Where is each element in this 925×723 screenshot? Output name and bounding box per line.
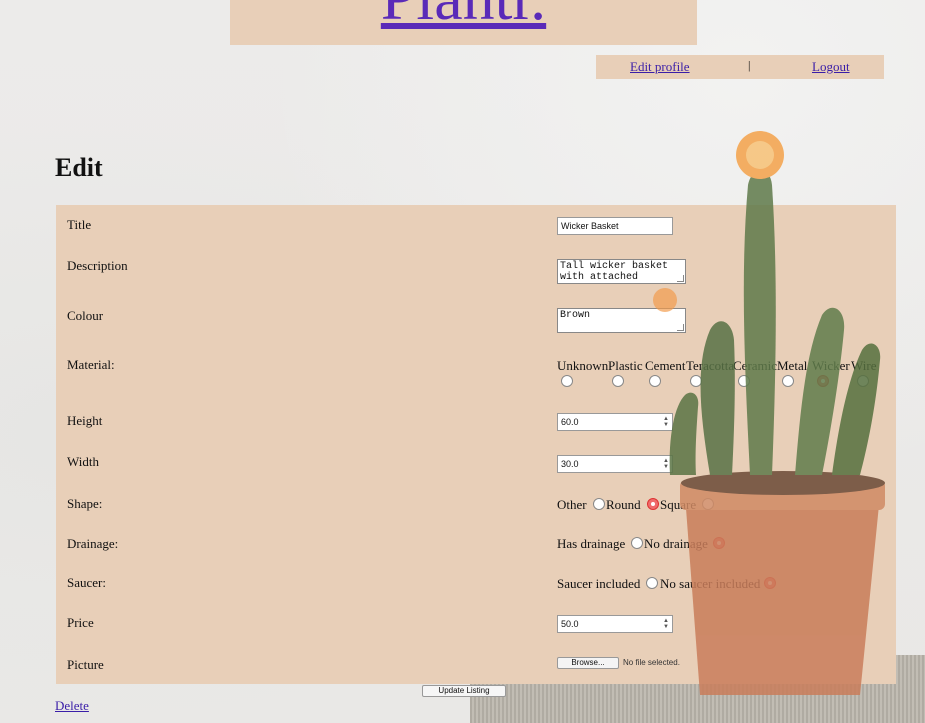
logout-link[interactable]: Logout	[812, 59, 850, 75]
material-radio-wire[interactable]	[857, 375, 869, 387]
shape-option-label: Round	[606, 497, 641, 512]
shape-option-label: Other	[557, 497, 587, 512]
height-input[interactable]: 60.0 ▲ ▼	[557, 413, 673, 431]
title-label: Title	[67, 217, 92, 232]
width-spinner-icon[interactable]: ▲ ▼	[663, 458, 669, 470]
drainage-radio-has[interactable]	[631, 537, 643, 549]
nav-separator: |	[748, 58, 751, 72]
width-label: Width	[67, 454, 99, 469]
price-spinner-icon[interactable]: ▲ ▼	[663, 618, 669, 630]
user-nav: Edit profile | Logout	[596, 55, 884, 79]
picture-label: Picture	[67, 657, 104, 672]
material-radio-ceramic[interactable]	[738, 375, 750, 387]
material-option-label: Unknown	[557, 358, 609, 373]
material-option-label: Wicker	[812, 358, 850, 373]
delete-link[interactable]: Delete	[55, 698, 89, 714]
price-value: 50.0	[561, 619, 579, 629]
shape-radio-round[interactable]	[647, 498, 659, 510]
material-label: Material:	[67, 357, 115, 372]
width-value: 30.0	[561, 459, 579, 469]
height-label: Height	[67, 413, 103, 428]
browse-button[interactable]: Browse...	[557, 657, 619, 669]
material-radio-teracotta[interactable]	[690, 375, 702, 387]
saucer-radio-none[interactable]	[764, 577, 776, 589]
saucer-label: Saucer:	[67, 575, 106, 590]
shape-option-label: Square	[660, 497, 697, 512]
site-title-link[interactable]: Plantr.	[230, 0, 697, 38]
page-heading: Edit	[55, 153, 103, 182]
drainage-option-label: Has drainage	[557, 536, 626, 551]
material-option-label: Teracotta	[686, 358, 735, 373]
material-radio-metal[interactable]	[782, 375, 794, 387]
shape-radio-other[interactable]	[593, 498, 605, 510]
shape-label: Shape:	[67, 496, 103, 511]
material-option-label: Wire	[851, 358, 877, 373]
file-status: No file selected.	[623, 658, 680, 667]
description-label: Description	[67, 258, 128, 273]
saucer-radio-included[interactable]	[646, 577, 658, 589]
price-input[interactable]: 50.0 ▲ ▼	[557, 615, 673, 633]
width-input[interactable]: 30.0 ▲ ▼	[557, 455, 673, 473]
material-option-label: Ceramic	[733, 358, 778, 373]
drainage-radio-none[interactable]	[713, 537, 725, 549]
height-spinner-icon[interactable]: ▲ ▼	[663, 416, 669, 428]
title-input[interactable]: Wicker Basket	[557, 217, 673, 235]
material-option-label: Plastic	[608, 358, 643, 373]
material-option-label: Metal	[777, 358, 808, 373]
saucer-option-label: Saucer included	[557, 576, 641, 591]
shape-radio-square[interactable]	[702, 498, 714, 510]
drainage-label: Drainage:	[67, 536, 119, 551]
material-radio-unknown[interactable]	[561, 375, 573, 387]
edit-form-panel	[56, 205, 896, 684]
saucer-option-label: No saucer included	[660, 576, 761, 591]
description-textarea[interactable]: Tall wicker basket with attached	[557, 259, 686, 284]
material-option-label: Cement	[645, 358, 686, 373]
drainage-option-label: No drainage	[644, 536, 708, 551]
height-value: 60.0	[561, 417, 579, 427]
material-radio-cement[interactable]	[649, 375, 661, 387]
site-header: Plantr.	[230, 0, 697, 45]
price-label: Price	[67, 615, 94, 630]
material-radio-wicker[interactable]	[817, 375, 829, 387]
colour-textarea[interactable]: Brown	[557, 308, 686, 333]
edit-profile-link[interactable]: Edit profile	[630, 59, 690, 75]
colour-label: Colour	[67, 308, 104, 323]
material-radio-plastic[interactable]	[612, 375, 624, 387]
update-listing-button[interactable]: Update Listing	[422, 685, 506, 697]
